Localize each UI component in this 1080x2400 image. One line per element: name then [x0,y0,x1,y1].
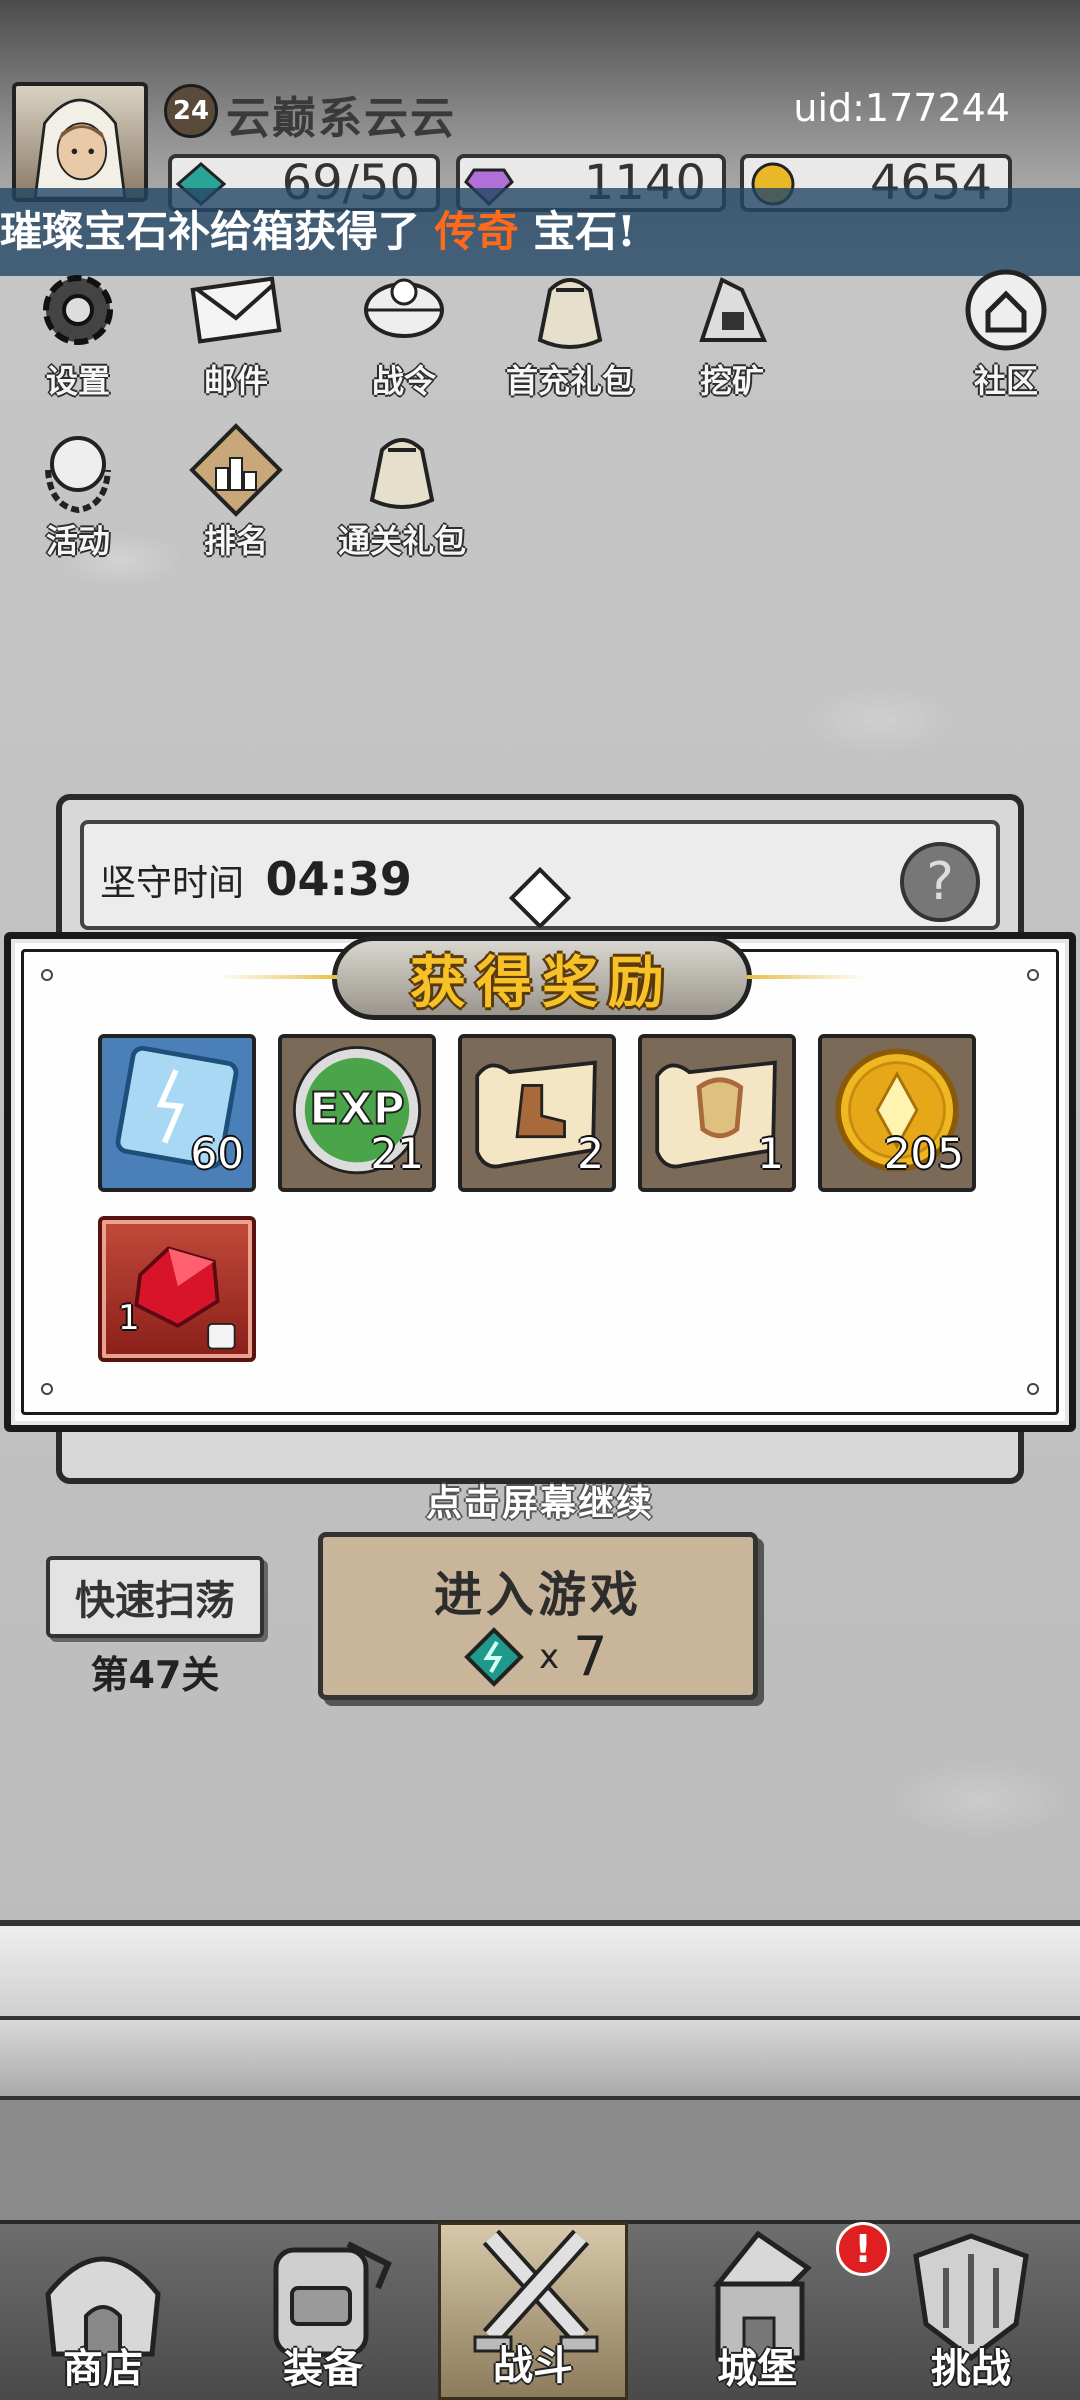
menu-battle-pass-label: 战令 [371,362,436,400]
menu-settings-label: 设置 [45,362,110,400]
reward-title: 获得奖励 [410,949,674,1016]
player-name: 云巅系云云 [226,93,456,144]
gear-icon [28,260,128,360]
menu-community[interactable]: 社区 [936,260,1076,402]
rivet [1027,969,1039,981]
battle-pass-icon [354,260,454,360]
quick-sweep-button[interactable]: 快速扫荡 [46,1556,264,1638]
tap-to-continue[interactable]: 点击屏幕继续 [0,1474,1080,1526]
nav-challenge[interactable]: 挑战 [876,2222,1066,2400]
reward-count: 21 [370,1129,424,1178]
mail-icon [186,260,286,360]
reward-count: 2 [577,1129,604,1178]
menu-mining-label: 挖矿 [699,362,764,400]
nav-equipment[interactable]: 装备 [228,2222,418,2400]
reward-count: 60 [190,1129,244,1178]
rivet [41,1383,53,1395]
floor-plank [0,1920,1080,2020]
level-badge: 24 [164,84,218,138]
menu-ranking-label: 排名 [203,522,268,560]
menu-first-recharge-label: 首充礼包 [505,362,634,400]
ticker-prefix: 璀璨宝石补给箱获得了 [0,207,421,256]
nav-castle-label: 城堡 [717,2345,797,2392]
stage-label: 第47关 [90,1653,220,1697]
nav-battle-label: 战斗 [493,2342,573,2389]
menu-clear-gift[interactable]: 通关礼包 [332,420,472,562]
player-avatar[interactable] [12,82,148,202]
rivet [41,969,53,981]
reward-item-boots-scroll[interactable]: 2 [458,1034,616,1192]
menu-events-label: 活动 [45,522,110,560]
podium-icon [186,420,286,520]
menu-community-label: 社区 [973,362,1038,400]
menu-ranking[interactable]: 排名 [166,420,306,562]
enter-game-button[interactable]: 进入游戏 x 7 [318,1532,758,1700]
cost-amount: 7 [573,1625,608,1688]
reward-item-armor-scroll[interactable]: 1 [638,1034,796,1192]
reward-item-red-gem[interactable]: 1 [98,1216,256,1362]
castle-alert-badge: ! [836,2222,890,2276]
enter-game-label: 进入游戏 [433,1567,642,1623]
exp-icon-text: EXP [309,1083,404,1134]
cost-multiplier: x [539,1636,560,1677]
nav-castle[interactable]: 城堡 [662,2222,852,2400]
reward-count: 1 [118,1298,140,1338]
laurel-icon [28,420,128,520]
entry-cost: x 7 [463,1625,607,1688]
menu-mail[interactable]: 邮件 [166,260,306,402]
mining-icon [682,260,782,360]
menu-battle-pass[interactable]: 战令 [334,260,474,402]
reward-title-frame: 获得奖励 [217,936,752,1020]
home-icon [956,260,1056,360]
nav-shop-label: 商店 [63,2345,143,2392]
defense-time-label: 坚守时间 [100,863,245,904]
nav-equipment-label: 装备 [283,2345,363,2392]
nav-battle[interactable]: 战斗 [438,2222,628,2400]
gift-bag-icon [352,420,452,520]
reward-item-gold-coin[interactable]: 205 [818,1034,976,1192]
reward-count: 205 [883,1129,964,1178]
nav-challenge-label: 挑战 [931,2345,1011,2392]
ticker-suffix: 宝石! [533,207,636,256]
defense-timer: 坚守时间 04:39 [100,852,412,906]
reward-item-energy-crystal[interactable]: 60 [98,1034,256,1192]
menu-clear-gift-label: 通关礼包 [337,522,466,560]
energy-gem-icon [464,1626,524,1687]
menu-mail-label: 邮件 [203,362,268,400]
reward-item-exp[interactable]: EXP 21 [278,1034,436,1192]
ticker-highlight: 传奇 [434,207,519,256]
nav-shop[interactable]: 商店 [8,2222,198,2400]
rivet [1027,1383,1039,1395]
defense-time-value: 04:39 [265,852,412,906]
floor-stone [0,2100,1080,2220]
gift-bag-icon [520,260,620,360]
help-button[interactable]: ? [900,842,980,922]
menu-mining[interactable]: 挖矿 [662,260,802,402]
floor-plank [0,2020,1080,2100]
menu-events[interactable]: 活动 [8,420,148,562]
player-uid: uid:177244 [793,86,1010,130]
menu-settings[interactable]: 设置 [8,260,148,402]
reward-count: 1 [757,1129,784,1178]
menu-first-recharge[interactable]: 首充礼包 [500,260,640,402]
